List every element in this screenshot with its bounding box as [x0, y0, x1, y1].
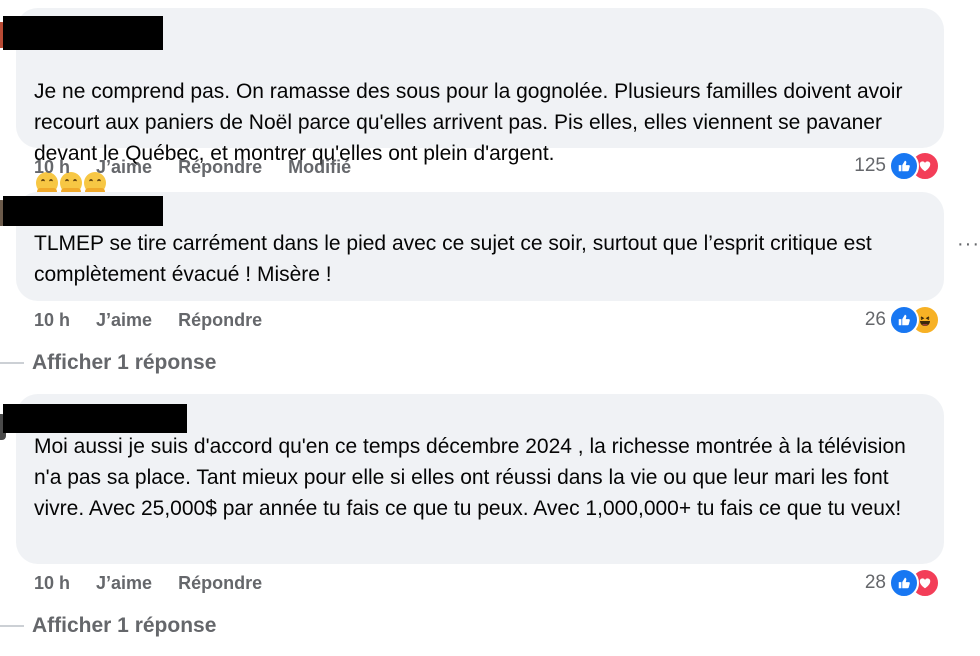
reaction-count: 125 [854, 155, 886, 176]
reply-thread-line [0, 362, 24, 364]
comment-actions: 10 h J’aime Répondre Modifié [34, 154, 377, 180]
like-icon [889, 151, 919, 181]
reply-thread-line [0, 625, 24, 627]
redacted-author-name [3, 196, 163, 226]
show-replies-button[interactable]: Afficher 1 réponse [0, 611, 216, 641]
comment-actions: 10 h J’aime Répondre [34, 307, 288, 333]
reaction-summary[interactable]: 28 [865, 568, 940, 598]
reaction-summary[interactable]: 26 [865, 305, 940, 335]
reaction-count: 28 [864, 572, 886, 593]
like-icon [889, 305, 919, 335]
comment-actions: 10 h J’aime Répondre [34, 570, 288, 596]
reply-button[interactable]: Répondre [178, 573, 262, 594]
like-icon [889, 568, 919, 598]
show-replies-button[interactable]: Afficher 1 réponse [0, 348, 216, 378]
like-button[interactable]: J’aime [96, 310, 152, 331]
reply-button[interactable]: Répondre [178, 157, 262, 178]
show-replies-label: Afficher 1 réponse [32, 351, 217, 374]
comment-text: Moi aussi je suis d'accord qu'en ce temp… [34, 435, 906, 520]
reply-button[interactable]: Répondre [178, 310, 262, 331]
comment-timestamp[interactable]: 10 h [34, 573, 70, 594]
comment-timestamp[interactable]: 10 h [34, 157, 70, 178]
comment-text: TLMEP se tire carrément dans le pied ave… [34, 232, 872, 286]
more-options-icon[interactable]: ··· [957, 233, 980, 256]
reaction-count: 26 [864, 309, 886, 330]
comment-timestamp[interactable]: 10 h [34, 310, 70, 331]
redacted-author-name [3, 16, 163, 50]
like-button[interactable]: J’aime [96, 573, 152, 594]
like-button[interactable]: J’aime [96, 157, 152, 178]
edited-label[interactable]: Modifié [288, 157, 351, 178]
comment-text: Je ne comprend pas. On ramasse des sous … [34, 80, 903, 165]
redacted-author-name [3, 404, 187, 433]
reaction-summary[interactable]: 125 [854, 151, 940, 181]
show-replies-label: Afficher 1 réponse [32, 614, 217, 637]
